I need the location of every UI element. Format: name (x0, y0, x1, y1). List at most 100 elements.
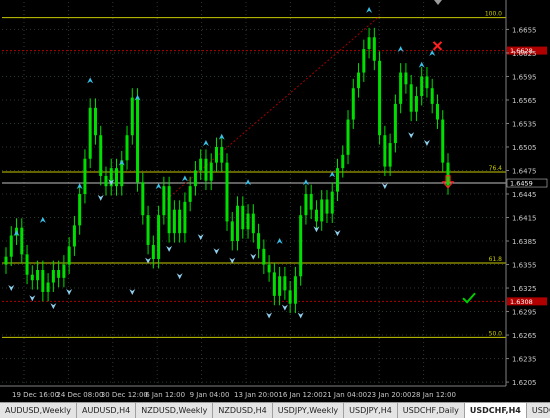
candle-body (388, 143, 392, 167)
candle-body (46, 282, 50, 292)
candle-body (146, 215, 150, 245)
candle-body (299, 215, 303, 277)
candle-body (367, 37, 371, 50)
candle-body (130, 97, 134, 136)
candle-body (278, 276, 282, 296)
time-tick-label: 24 Dec 08:00 (56, 391, 103, 399)
candle-body (230, 221, 234, 242)
time-axis: 19 Dec 16:0024 Dec 08:0030 Dec 12:006 Ja… (12, 391, 456, 399)
price-tick-label: 1.6205 (512, 379, 537, 387)
candle-body (393, 103, 397, 144)
chart-tab[interactable]: AUDUSD,Weekly (0, 403, 77, 418)
candle-body (162, 186, 166, 216)
up-arrow-icon (155, 183, 162, 190)
down-arrow-icon (29, 295, 36, 302)
candle-body (57, 270, 61, 278)
candle-body (283, 276, 287, 291)
up-arrow-icon (181, 175, 188, 182)
candle-body (293, 276, 297, 304)
current-price-label: 1.6459 (510, 180, 533, 188)
chart-tab[interactable]: NZDUSD,H4 (213, 403, 273, 418)
candle-body (78, 194, 82, 226)
chart-tab[interactable]: USDJPY,Weekly (273, 403, 345, 418)
candle-body (9, 235, 13, 257)
candle-body (193, 170, 197, 187)
candle-body (383, 135, 387, 167)
up-arrow-icon (87, 77, 94, 84)
time-tick-label: 21 Jan 04:00 (323, 391, 367, 399)
candle-body (25, 254, 29, 275)
grid-lines (2, 2, 506, 386)
candle-body (336, 168, 339, 192)
candle-body (62, 264, 66, 278)
candle-body (272, 272, 276, 296)
down-arrow-icon (50, 303, 57, 310)
time-tick-label: 9 Jan 04:00 (190, 391, 230, 399)
stop-price-label: 1.6308 (510, 298, 533, 306)
price-tick-label: 1.6595 (512, 73, 537, 81)
price-tick-label: 1.6565 (512, 97, 537, 105)
up-arrow-icon (397, 46, 404, 53)
chart-tab[interactable]: USDCHF,H4 (464, 403, 527, 418)
candle-body (325, 199, 329, 214)
chart-canvas[interactable]: 100.076.461.850.01.66281.63081.6459 1.66… (0, 0, 550, 402)
candle-body (178, 209, 182, 234)
down-arrow-icon (266, 312, 273, 319)
candle-body (93, 107, 97, 136)
candle-body (341, 154, 345, 169)
time-tick-label: 16 Jan 12:00 (278, 391, 322, 399)
up-arrow-icon (366, 6, 373, 13)
candle-body (225, 162, 229, 222)
time-tick-label: 19 Dec 16:00 (12, 391, 59, 399)
candle-body (36, 270, 40, 281)
down-arrow-icon (213, 248, 220, 255)
candle-body (20, 227, 24, 255)
down-arrow-icon (197, 234, 204, 241)
chart-tab[interactable]: USDCAD,We (527, 403, 550, 418)
down-arrow-icon (66, 288, 73, 295)
candle-body (435, 103, 439, 120)
candle-body (414, 96, 418, 112)
down-arrow-icon (97, 194, 104, 201)
price-tick-label: 1.6475 (512, 167, 537, 175)
candle-body (441, 119, 445, 163)
candle-body (288, 290, 292, 304)
candle-body (209, 162, 213, 181)
candle-body (167, 186, 171, 234)
candle-body (362, 49, 366, 73)
candle-body (267, 264, 271, 273)
down-arrow-icon (281, 304, 288, 311)
down-arrow-icon (408, 132, 415, 139)
candle-body (183, 201, 187, 234)
candle-body (157, 215, 161, 260)
up-arrow-icon (276, 238, 283, 245)
candle-body (172, 209, 176, 234)
check-marker-icon (462, 292, 476, 304)
chart-tabs-bar: AUDUSD,Weekly AUDUSD,H4 NZDUSD,Weekly NZDUS… (0, 402, 550, 418)
price-chart[interactable]: 100.0 76.4 61.8 50.0 1.6628 1.6308 1.6459 1.66… (0, 0, 550, 402)
price-tick-label: 1.6655 (512, 26, 537, 34)
candle-body (141, 182, 145, 216)
down-arrow-icon (250, 253, 257, 260)
chart-shift-arrow-icon[interactable] (434, 0, 442, 5)
fib-level-label: 76.4 (489, 165, 503, 172)
candle-body (257, 233, 261, 249)
chart-tab[interactable]: NZDUSD,Weekly (136, 403, 214, 418)
down-arrow-icon (176, 273, 183, 280)
chart-tab[interactable]: AUDUSD,H4 (77, 403, 137, 418)
price-tick-label: 1.6445 (512, 191, 537, 199)
chart-tab[interactable]: USDCHF,Daily (398, 403, 465, 418)
chart-tab[interactable]: USDJPY,H4 (344, 403, 398, 418)
candle-body (204, 158, 208, 181)
candle-body (199, 158, 203, 171)
time-tick-label: 6 Jan 12:00 (145, 391, 185, 399)
candle-body (51, 270, 55, 283)
price-tick-label: 1.6355 (512, 262, 537, 270)
candle-body (372, 37, 376, 61)
candle-body (151, 244, 155, 260)
candle-body (404, 72, 408, 85)
fib-level-label: 100.0 (485, 11, 502, 18)
candle-body (262, 248, 266, 265)
down-arrow-icon (297, 312, 304, 319)
candle-body (378, 60, 382, 136)
